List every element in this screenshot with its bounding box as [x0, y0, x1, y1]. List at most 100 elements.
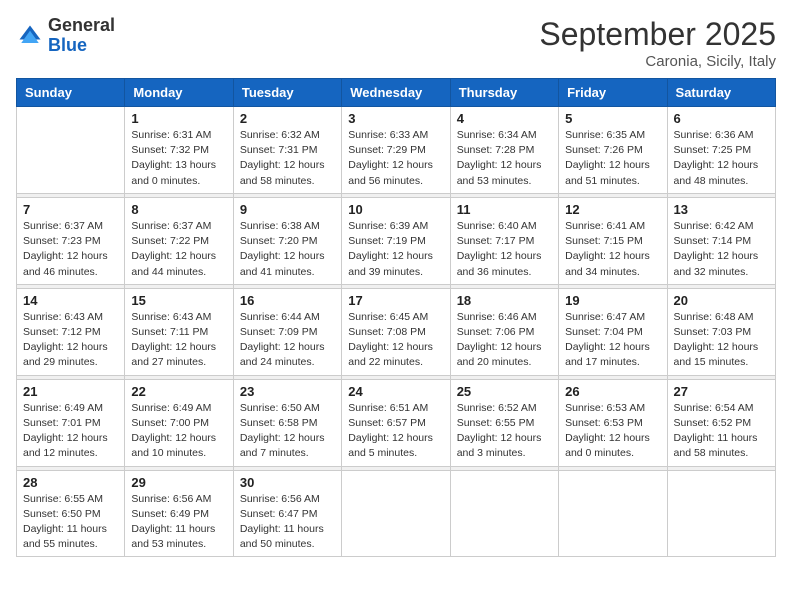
calendar-table: SundayMondayTuesdayWednesdayThursdayFrid… [16, 78, 776, 557]
calendar-day-cell: 1Sunrise: 6:31 AMSunset: 7:32 PMDaylight… [125, 107, 233, 194]
day-info: Sunrise: 6:56 AMSunset: 6:47 PMDaylight:… [240, 492, 335, 553]
day-info: Sunrise: 6:47 AMSunset: 7:04 PMDaylight:… [565, 310, 660, 371]
day-number: 8 [131, 202, 226, 217]
logo: General Blue [16, 16, 115, 56]
day-info: Sunrise: 6:51 AMSunset: 6:57 PMDaylight:… [348, 401, 443, 462]
day-info: Sunrise: 6:37 AMSunset: 7:22 PMDaylight:… [131, 219, 226, 280]
month-title: September 2025 [539, 16, 776, 53]
day-number: 22 [131, 384, 226, 399]
calendar-day-cell: 3Sunrise: 6:33 AMSunset: 7:29 PMDaylight… [342, 107, 450, 194]
calendar-day-cell: 24 Sunrise: 6:51 AMSunset: 6:57 PMDayligh… [342, 379, 450, 466]
day-number: 20 [674, 293, 769, 308]
day-info: Sunrise: 6:53 AMSunset: 6:53 PMDaylight:… [565, 401, 660, 462]
day-number: 23 [240, 384, 335, 399]
day-number: 21 [23, 384, 118, 399]
location: Caronia, Sicily, Italy [539, 53, 776, 70]
calendar-week-row: 21 Sunrise: 6:49 AMSunset: 7:01 PMDayligh… [17, 379, 776, 466]
weekday-header: Wednesday [342, 79, 450, 107]
day-number: 10 [348, 202, 443, 217]
day-info: Sunrise: 6:40 AMSunset: 7:17 PMDaylight:… [457, 219, 552, 280]
day-info: Sunrise: 6:52 AMSunset: 6:55 PMDaylight:… [457, 401, 552, 462]
calendar-day-cell: 19 Sunrise: 6:47 AMSunset: 7:04 PMDayligh… [559, 288, 667, 375]
weekday-header: Monday [125, 79, 233, 107]
day-number: 9 [240, 202, 335, 217]
day-number: 17 [348, 293, 443, 308]
day-info: Sunrise: 6:43 AMSunset: 7:12 PMDaylight:… [23, 310, 118, 371]
calendar-day-cell: 14Sunrise: 6:43 AMSunset: 7:12 PMDayligh… [17, 288, 125, 375]
calendar-day-cell: 4Sunrise: 6:34 AMSunset: 7:28 PMDaylight… [450, 107, 558, 194]
day-number: 26 [565, 384, 660, 399]
weekday-header: Thursday [450, 79, 558, 107]
day-info: Sunrise: 6:50 AMSunset: 6:58 PMDaylight:… [240, 401, 335, 462]
calendar-day-cell: 12 Sunrise: 6:41 AMSunset: 7:15 PMDayligh… [559, 197, 667, 284]
weekday-header: Sunday [17, 79, 125, 107]
day-number: 15 [131, 293, 226, 308]
calendar-day-cell [450, 470, 558, 557]
day-info: Sunrise: 6:38 AMSunset: 7:20 PMDaylight:… [240, 219, 335, 280]
day-info: Sunrise: 6:31 AMSunset: 7:32 PMDaylight:… [131, 128, 226, 189]
day-number: 27 [674, 384, 769, 399]
day-number: 19 [565, 293, 660, 308]
day-info: Sunrise: 6:32 AMSunset: 7:31 PMDaylight:… [240, 128, 335, 189]
weekday-header: Friday [559, 79, 667, 107]
calendar-week-row: 14Sunrise: 6:43 AMSunset: 7:12 PMDayligh… [17, 288, 776, 375]
day-number: 29 [131, 475, 226, 490]
logo-icon [16, 22, 44, 50]
day-info: Sunrise: 6:45 AMSunset: 7:08 PMDaylight:… [348, 310, 443, 371]
day-info: Sunrise: 6:37 AMSunset: 7:23 PMDaylight:… [23, 219, 118, 280]
day-number: 12 [565, 202, 660, 217]
calendar-day-cell: 27 Sunrise: 6:54 AMSunset: 6:52 PMDayligh… [667, 379, 775, 466]
title-block: September 2025 Caronia, Sicily, Italy [539, 16, 776, 70]
calendar-day-cell [667, 470, 775, 557]
calendar-header-row: SundayMondayTuesdayWednesdayThursdayFrid… [17, 79, 776, 107]
day-number: 25 [457, 384, 552, 399]
calendar-day-cell: 8 Sunrise: 6:37 AMSunset: 7:22 PMDaylight… [125, 197, 233, 284]
day-info: Sunrise: 6:46 AMSunset: 7:06 PMDaylight:… [457, 310, 552, 371]
day-info: Sunrise: 6:54 AMSunset: 6:52 PMDaylight:… [674, 401, 769, 462]
logo-blue: Blue [48, 35, 87, 55]
weekday-header: Tuesday [233, 79, 341, 107]
calendar-day-cell: 16Sunrise: 6:44 AMSunset: 7:09 PMDayligh… [233, 288, 341, 375]
day-info: Sunrise: 6:35 AMSunset: 7:26 PMDaylight:… [565, 128, 660, 189]
calendar-day-cell: 20 Sunrise: 6:48 AMSunset: 7:03 PMDayligh… [667, 288, 775, 375]
day-number: 6 [674, 111, 769, 126]
day-info: Sunrise: 6:48 AMSunset: 7:03 PMDaylight:… [674, 310, 769, 371]
calendar-day-cell: 29Sunrise: 6:56 AMSunset: 6:49 PMDayligh… [125, 470, 233, 557]
day-info: Sunrise: 6:34 AMSunset: 7:28 PMDaylight:… [457, 128, 552, 189]
day-number: 18 [457, 293, 552, 308]
day-info: Sunrise: 6:36 AMSunset: 7:25 PMDaylight:… [674, 128, 769, 189]
calendar-day-cell: 6 Sunrise: 6:36 AMSunset: 7:25 PMDaylight… [667, 107, 775, 194]
day-number: 24 [348, 384, 443, 399]
calendar-day-cell: 28 Sunrise: 6:55 AMSunset: 6:50 PMDayligh… [17, 470, 125, 557]
calendar-day-cell: 2Sunrise: 6:32 AMSunset: 7:31 PMDaylight… [233, 107, 341, 194]
calendar-day-cell: 22 Sunrise: 6:49 AMSunset: 7:00 PMDayligh… [125, 379, 233, 466]
day-info: Sunrise: 6:43 AMSunset: 7:11 PMDaylight:… [131, 310, 226, 371]
day-number: 30 [240, 475, 335, 490]
day-number: 28 [23, 475, 118, 490]
calendar-day-cell: 26 Sunrise: 6:53 AMSunset: 6:53 PMDayligh… [559, 379, 667, 466]
calendar-day-cell: 11 Sunrise: 6:40 AMSunset: 7:17 PMDayligh… [450, 197, 558, 284]
day-info: Sunrise: 6:49 AMSunset: 7:01 PMDaylight:… [23, 401, 118, 462]
day-info: Sunrise: 6:44 AMSunset: 7:09 PMDaylight:… [240, 310, 335, 371]
day-info: Sunrise: 6:41 AMSunset: 7:15 PMDaylight:… [565, 219, 660, 280]
calendar-day-cell: 13Sunrise: 6:42 AMSunset: 7:14 PMDayligh… [667, 197, 775, 284]
logo-general: General [48, 15, 115, 35]
calendar-day-cell [342, 470, 450, 557]
day-info: Sunrise: 6:55 AMSunset: 6:50 PMDaylight:… [23, 492, 118, 553]
calendar-week-row: 1Sunrise: 6:31 AMSunset: 7:32 PMDaylight… [17, 107, 776, 194]
calendar-day-cell [559, 470, 667, 557]
calendar-day-cell: 5 Sunrise: 6:35 AMSunset: 7:26 PMDaylight… [559, 107, 667, 194]
day-number: 13 [674, 202, 769, 217]
day-number: 5 [565, 111, 660, 126]
day-info: Sunrise: 6:49 AMSunset: 7:00 PMDaylight:… [131, 401, 226, 462]
calendar-week-row: 28 Sunrise: 6:55 AMSunset: 6:50 PMDayligh… [17, 470, 776, 557]
day-number: 3 [348, 111, 443, 126]
calendar-day-cell: 21 Sunrise: 6:49 AMSunset: 7:01 PMDayligh… [17, 379, 125, 466]
calendar-day-cell: 15 Sunrise: 6:43 AMSunset: 7:11 PMDayligh… [125, 288, 233, 375]
day-number: 7 [23, 202, 118, 217]
calendar-day-cell [17, 107, 125, 194]
day-number: 11 [457, 202, 552, 217]
day-info: Sunrise: 6:39 AMSunset: 7:19 PMDaylight:… [348, 219, 443, 280]
page-header: General Blue September 2025 Caronia, Sic… [16, 16, 776, 70]
calendar-day-cell: 25 Sunrise: 6:52 AMSunset: 6:55 PMDayligh… [450, 379, 558, 466]
